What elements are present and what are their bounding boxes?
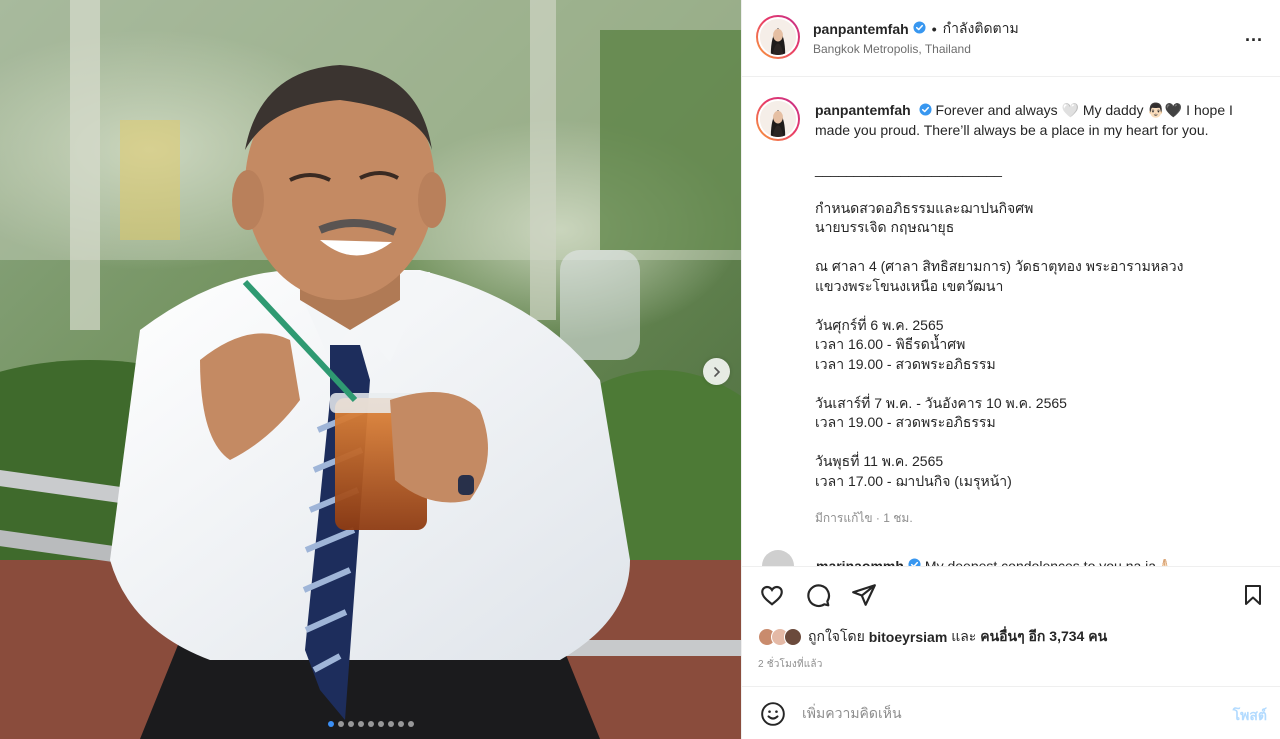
header-username[interactable]: panpantemfah — [813, 21, 909, 37]
post-timestamp[interactable]: 2 ชั่วโมงที่แล้ว — [758, 657, 823, 672]
chevron-right-icon — [713, 366, 720, 377]
caption-line: วันศุกร์ที่ 6 พ.ค. 2565 — [815, 316, 944, 333]
post-header: panpantemfah • กำลังติดตาม Bangkok Metro… — [742, 0, 1280, 77]
caption-line: กำหนดสวดอภิธรรมและฌาปนกิจศพ — [815, 199, 1034, 216]
post-comment-button[interactable]: โพสต์ — [1233, 705, 1267, 727]
header-separator: • — [931, 21, 937, 37]
caption-line: เวลา 17.00 - ฌาปนกิจ (เมรุหน้า) — [815, 472, 1012, 489]
next-slide-button[interactable] — [703, 358, 730, 385]
following-button[interactable]: กำลังติดตาม — [943, 18, 1019, 40]
carousel-indicator — [0, 721, 741, 727]
caption-line: made you proud. There’ll always be a pla… — [815, 121, 1209, 138]
location-link[interactable]: Bangkok Metropolis, Thailand — [813, 42, 971, 56]
profile-photo — [760, 101, 796, 137]
caption-line: เวลา 19.00 - สวดพระอภิธรรม — [815, 355, 996, 372]
carousel-dot — [367, 721, 374, 727]
carousel-dot — [407, 721, 414, 727]
liker-avatar — [784, 628, 802, 646]
caption-line: ________________________ — [815, 160, 1002, 177]
avatar[interactable] — [756, 15, 800, 59]
emoji-button[interactable] — [760, 701, 786, 732]
post-actions: ถูกใจโดย bitoeyrsiam และ คนอื่นๆ อีก 3,7… — [742, 566, 1280, 686]
caption-line: เวลา 16.00 - พิธีรดน้ำศพ — [815, 336, 966, 352]
edited-timestamp: มีการแก้ไข · 1 ชม. — [815, 511, 913, 525]
carousel-dot — [327, 721, 334, 727]
comments-scroll-area[interactable]: panpantemfah Forever and always 🤍 My dad… — [742, 77, 1280, 566]
comment-avatar[interactable] — [762, 550, 794, 566]
bookmark-icon — [1245, 585, 1261, 605]
paper-plane-icon — [852, 584, 876, 606]
carousel-dot — [377, 721, 384, 727]
post-media[interactable] — [0, 0, 741, 739]
caption-first-line: panpantemfah Forever and always 🤍 My dad… — [815, 101, 1265, 121]
post-caption: panpantemfah Forever and always 🤍 My dad… — [815, 101, 1265, 491]
post-detail-panel: panpantemfah • กำลังติดตาม Bangkok Metro… — [741, 0, 1280, 739]
emoji-icon — [761, 702, 785, 726]
header-user-line: panpantemfah • กำลังติดตาม — [813, 18, 1019, 40]
liker-username[interactable]: bitoeyrsiam — [869, 629, 948, 645]
caption-line: นายบรรเจิด กฤษณายุธ — [815, 219, 955, 235]
carousel-dot — [357, 721, 364, 727]
carousel-dot — [347, 721, 354, 727]
verified-badge-icon — [913, 21, 926, 37]
heart-icon — [761, 585, 783, 606]
caption-line: วันพุธที่ 11 พ.ค. 2565 — [815, 453, 944, 469]
carousel-dot — [397, 721, 404, 727]
profile-photo — [760, 19, 796, 55]
carousel-dot — [337, 721, 344, 727]
verified-badge-icon — [908, 558, 921, 566]
likes-prefix: ถูกใจโดย — [808, 628, 865, 644]
like-button[interactable] — [758, 581, 786, 609]
comment-item: marinaommh My deepest condolences to you… — [762, 550, 1174, 566]
post-photo — [0, 0, 741, 739]
comment-button[interactable] — [804, 581, 832, 609]
action-buttons — [758, 581, 878, 609]
verified-badge-icon — [919, 101, 932, 121]
save-button[interactable] — [1239, 581, 1267, 609]
comment-username[interactable]: marinaommh — [816, 558, 904, 566]
caption-text: Forever and always 🤍 My daddy 👨🏻🖤 I hope… — [935, 102, 1233, 118]
share-button[interactable] — [850, 581, 878, 609]
caption-line: เวลา 19.00 - สวดพระอภิธรรม — [815, 414, 996, 430]
more-options-icon[interactable]: ... — [1245, 25, 1263, 46]
likes-summary[interactable]: ถูกใจโดย bitoeyrsiam และ คนอื่นๆ อีก 3,7… — [758, 626, 1107, 648]
caption-line: วันเสาร์ที่ 7 พ.ค. - วันอังคาร 10 พ.ค. 2… — [815, 394, 1067, 411]
caption-avatar[interactable] — [756, 97, 800, 141]
caption-line: ณ ศาลา 4 (ศาลา สิทธิสยามการ) วัดธาตุทอง … — [815, 258, 1184, 274]
comment-input[interactable] — [802, 701, 1202, 725]
likes-middle: และ — [951, 628, 977, 644]
caption-username[interactable]: panpantemfah — [815, 102, 911, 118]
caption-line: แขวงพระโขนงเหนือ เขตวัฒนา — [815, 277, 1004, 294]
comment-text: My deepest condolences to you na ja🙏🏻 — [924, 557, 1174, 567]
likes-count[interactable]: คนอื่นๆ อีก 3,734 คน — [980, 626, 1107, 648]
comment-icon — [807, 584, 831, 608]
add-comment-bar: โพสต์ — [742, 686, 1280, 739]
carousel-dot — [387, 721, 394, 727]
liker-avatars — [758, 628, 802, 646]
